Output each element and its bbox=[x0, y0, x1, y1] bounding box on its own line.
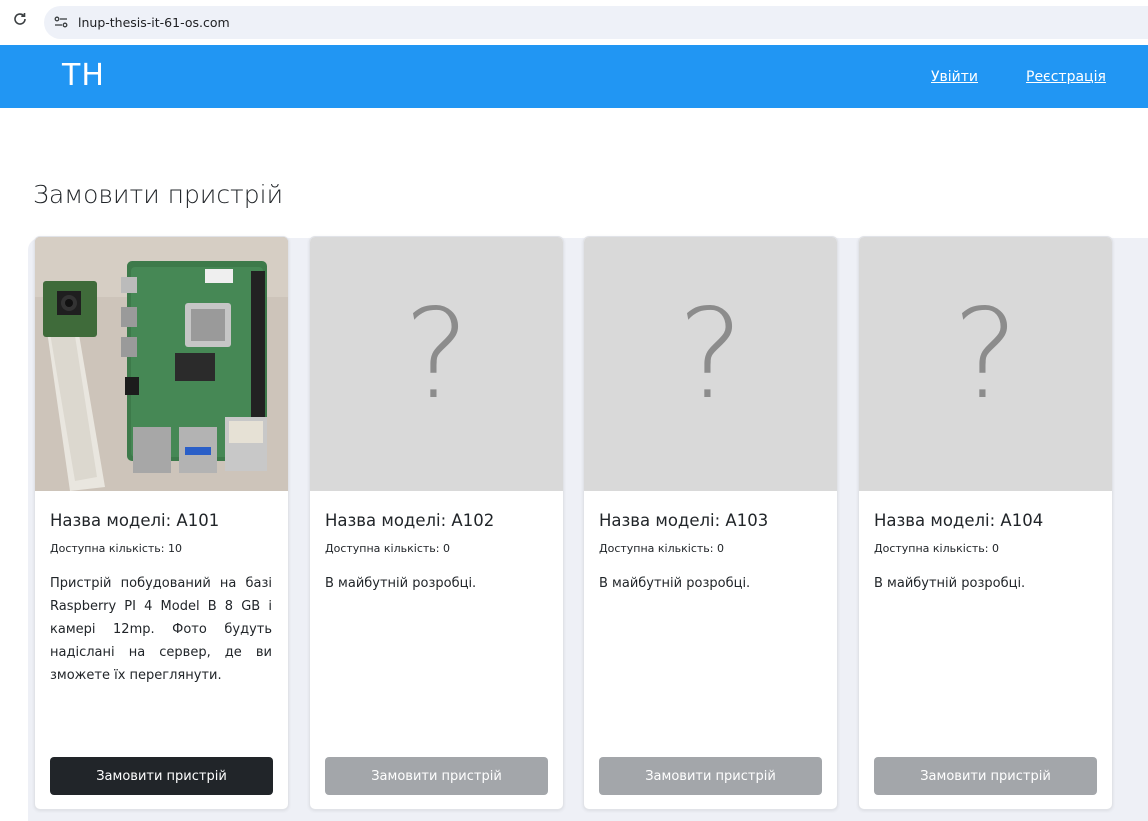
browser-toolbar: lnup-thesis-it-61-os.com bbox=[0, 0, 1148, 45]
register-link[interactable]: Реєстрація bbox=[1026, 69, 1106, 85]
device-photo bbox=[35, 237, 288, 491]
question-mark-icon: ? bbox=[952, 283, 1019, 427]
card-quantity: Доступна кількість: 0 bbox=[874, 542, 999, 555]
question-mark-icon: ? bbox=[403, 283, 470, 427]
card-description: В майбутній розробці. bbox=[874, 576, 1026, 591]
device-card-a102: ? Назва моделі: A102 Доступна кількість:… bbox=[309, 236, 564, 810]
order-device-button[interactable]: Замовити пристрій bbox=[599, 757, 822, 795]
order-device-button[interactable]: Замовити пристрій bbox=[50, 757, 273, 795]
device-image-placeholder: ? bbox=[310, 237, 563, 491]
card-title: Назва моделі: A103 bbox=[599, 511, 769, 530]
card-description: В майбутній розробці. bbox=[599, 576, 751, 591]
login-link[interactable]: Увійти bbox=[931, 69, 978, 85]
device-image-placeholder: ? bbox=[859, 237, 1112, 491]
url-text[interactable]: lnup-thesis-it-61-os.com bbox=[78, 15, 230, 30]
device-card-a103: ? Назва моделі: A103 Доступна кількість:… bbox=[583, 236, 838, 810]
device-image-placeholder: ? bbox=[584, 237, 837, 491]
site-info-icon[interactable] bbox=[53, 14, 71, 32]
navbar: TH Увійти Реєстрація bbox=[0, 45, 1148, 108]
device-card-a101: Назва моделі: A101 Доступна кількість: 1… bbox=[34, 236, 289, 810]
card-title: Назва моделі: A102 bbox=[325, 511, 495, 530]
page-title: Замовити пристрій bbox=[33, 180, 284, 209]
raspberry-pi-image bbox=[35, 237, 288, 491]
card-title: Назва моделі: A104 bbox=[874, 511, 1044, 530]
card-description: Пристрій побудований на базі Raspberry P… bbox=[50, 576, 272, 683]
card-quantity: Доступна кількість: 10 bbox=[50, 542, 182, 555]
card-description: В майбутній розробці. bbox=[325, 576, 477, 591]
question-mark-icon: ? bbox=[677, 283, 744, 427]
card-quantity: Доступна кількість: 0 bbox=[599, 542, 724, 555]
order-device-button[interactable]: Замовити пристрій bbox=[325, 757, 548, 795]
device-card-a104: ? Назва моделі: A104 Доступна кількість:… bbox=[858, 236, 1113, 810]
order-device-button[interactable]: Замовити пристрій bbox=[874, 757, 1097, 795]
brand-logo[interactable]: TH bbox=[62, 58, 105, 93]
address-bar[interactable]: lnup-thesis-it-61-os.com bbox=[44, 6, 1148, 39]
card-quantity: Доступна кількість: 0 bbox=[325, 542, 450, 555]
card-title: Назва моделі: A101 bbox=[50, 511, 220, 530]
reload-icon[interactable] bbox=[11, 11, 29, 29]
